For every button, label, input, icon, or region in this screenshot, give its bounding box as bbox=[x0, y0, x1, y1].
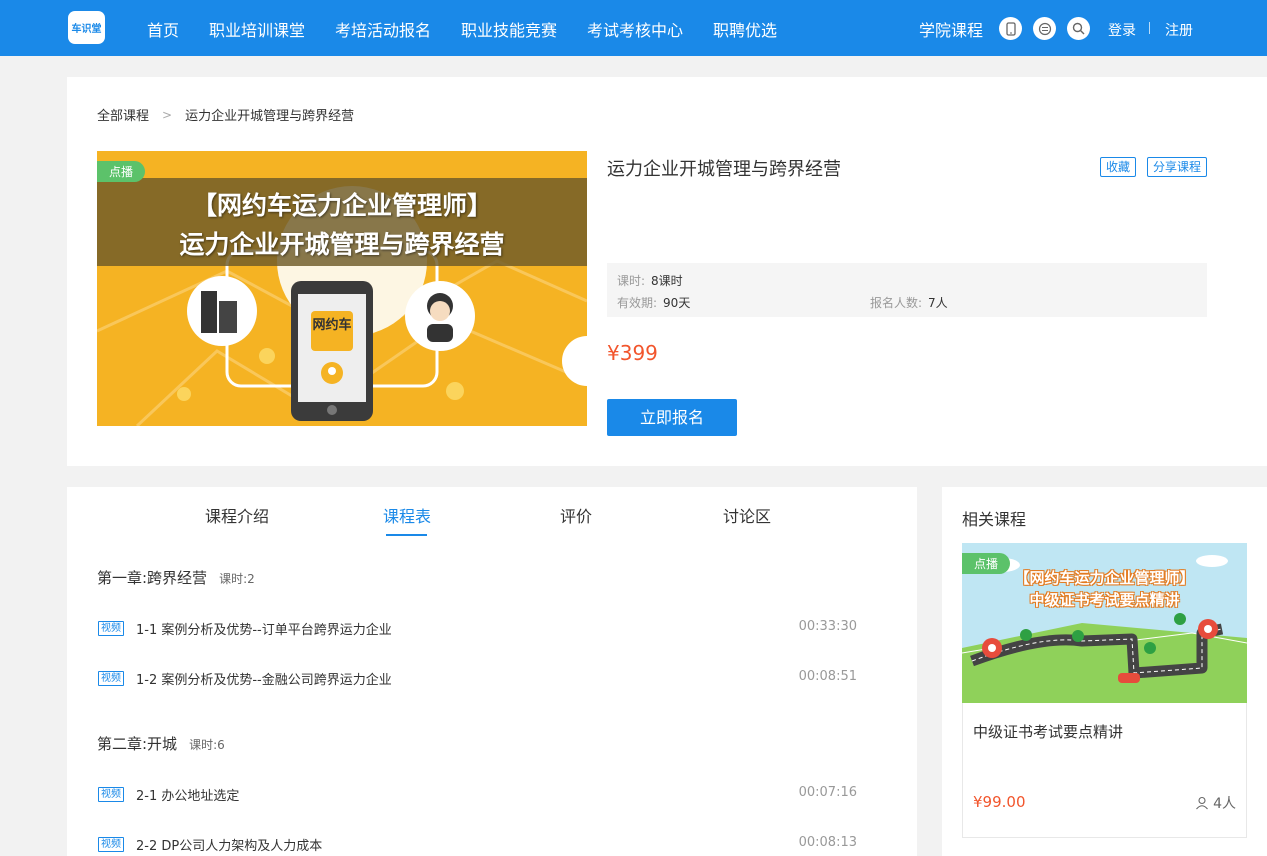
nav-training[interactable]: 职业培训课堂 bbox=[209, 17, 305, 41]
lesson-duration: 00:33:30 bbox=[798, 619, 857, 634]
lesson-duration: 00:08:51 bbox=[798, 669, 857, 684]
video-tag: 视频 bbox=[98, 671, 124, 686]
mobile-icon[interactable] bbox=[999, 17, 1022, 40]
breadcrumb: 全部课程 > 运力企业开城管理与跨界经营 bbox=[97, 105, 355, 125]
enrolled-value: 7人 bbox=[928, 296, 948, 310]
nav-exam-signup[interactable]: 考培活动报名 bbox=[335, 17, 431, 41]
nav-home[interactable]: 首页 bbox=[147, 17, 179, 41]
lesson-row[interactable]: 视频 1-1 案例分析及优势--订单平台跨界运力企业 00:33:30 bbox=[97, 619, 857, 639]
user-icon bbox=[1196, 796, 1208, 810]
related-title: 相关课程 bbox=[962, 510, 1027, 529]
logo-text: 车识堂 bbox=[71, 24, 102, 35]
enroll-button[interactable]: 立即报名 bbox=[607, 399, 737, 436]
hours-label: 课时: bbox=[617, 274, 646, 288]
course-title: 运力企业开城管理与跨界经营 bbox=[607, 159, 841, 180]
auth-divider bbox=[1149, 22, 1150, 34]
tab-reviews[interactable]: 评价 bbox=[560, 503, 592, 527]
enrolled-info: 报名人数: 7人 bbox=[870, 294, 948, 311]
breadcrumb-current: 运力企业开城管理与跨界经营 bbox=[185, 109, 355, 124]
validity-info: 有效期: 90天 bbox=[617, 294, 690, 311]
related-cover-line2: 中级证书考试要点精讲 bbox=[1029, 591, 1180, 609]
share-button[interactable]: 分享课程 bbox=[1147, 157, 1208, 177]
course-info-box: 课时: 8课时 有效期: 90天 报名人数: 7人 bbox=[607, 263, 1207, 317]
chapter-name: 第二章:开城 bbox=[97, 735, 178, 753]
nav-competition[interactable]: 职业技能竞赛 bbox=[461, 17, 557, 41]
related-course-card[interactable]: 点播 【网约车运力企业管理师】 中级证书考试要点精讲 中级证书考试要点精讲 ¥9… bbox=[962, 543, 1247, 838]
hours-value: 8课时 bbox=[651, 274, 683, 288]
vod-badge: 点播 bbox=[97, 161, 146, 182]
validity-value: 90天 bbox=[663, 296, 691, 310]
nav-academy[interactable]: 学院课程 bbox=[919, 17, 983, 41]
login-link[interactable]: 登录 bbox=[1108, 20, 1136, 40]
tab-schedule[interactable]: 课程表 bbox=[383, 503, 431, 527]
top-nav: 车识堂 首页 职业培训课堂 考培活动报名 职业技能竞赛 考试考核中心 职聘优选 … bbox=[0, 0, 1267, 56]
related-count-value: 4人 bbox=[1213, 796, 1236, 812]
hours-info: 课时: 8课时 bbox=[617, 272, 683, 289]
lesson-row[interactable]: 视频 2-1 办公地址选定 00:07:16 bbox=[97, 785, 857, 805]
lesson-title: 2-1 办公地址选定 bbox=[136, 789, 240, 804]
mini-program-icon[interactable] bbox=[1033, 17, 1056, 40]
related-course-name[interactable]: 中级证书考试要点精讲 bbox=[973, 721, 1123, 742]
related-course-price: ¥99.00 bbox=[973, 793, 1026, 811]
cover-title-line1: 【网约车运力企业管理师】 bbox=[191, 191, 492, 220]
chapter-hours: 课时:6 bbox=[189, 738, 225, 752]
chapter-name: 第一章:跨界经营 bbox=[97, 569, 208, 587]
lesson-title: 2-2 DP公司人力架构及人力成本 bbox=[136, 839, 323, 854]
video-tag: 视频 bbox=[98, 621, 124, 636]
register-link[interactable]: 注册 bbox=[1165, 20, 1193, 40]
chapter-title: 第一章:跨界经营 课时:2 bbox=[97, 567, 255, 588]
course-overview: 全部课程 > 运力企业开城管理与跨界经营 网约车 点播 【网约车运力企业管理师】… bbox=[67, 77, 1267, 466]
vod-badge: 点播 bbox=[962, 553, 1011, 574]
chapter-title: 第二章:开城 课时:6 bbox=[97, 733, 225, 754]
tab-discussion[interactable]: 讨论区 bbox=[723, 503, 771, 527]
lesson-row[interactable]: 视频 2-2 DP公司人力架构及人力成本 00:08:13 bbox=[97, 835, 857, 855]
course-price: ¥399 bbox=[607, 341, 658, 365]
lesson-row[interactable]: 视频 1-2 案例分析及优势--金融公司跨界运力企业 00:08:51 bbox=[97, 669, 857, 689]
chapter-hours: 课时:2 bbox=[219, 572, 255, 586]
favorite-button[interactable]: 收藏 bbox=[1100, 157, 1137, 177]
course-cover-image: 网约车 点播 【网约车运力企业管理师】 运力企业开城管理与跨界经营 bbox=[97, 151, 587, 426]
site-logo[interactable]: 车识堂 bbox=[68, 11, 105, 44]
validity-label: 有效期: bbox=[617, 296, 658, 310]
lesson-duration: 00:08:13 bbox=[798, 835, 857, 850]
search-icon[interactable] bbox=[1067, 17, 1090, 40]
lesson-title: 1-2 案例分析及优势--金融公司跨界运力企业 bbox=[136, 673, 392, 688]
nav-jobs[interactable]: 职聘优选 bbox=[713, 17, 777, 41]
phone-label: 网约车 bbox=[312, 317, 351, 333]
related-enrolled-count: 4人 bbox=[1195, 793, 1236, 813]
chevron-right-icon: > bbox=[162, 107, 173, 122]
nav-exam-center[interactable]: 考试考核中心 bbox=[587, 17, 683, 41]
related-course-image: 点播 【网约车运力企业管理师】 中级证书考试要点精讲 bbox=[962, 543, 1247, 703]
video-tag: 视频 bbox=[98, 837, 124, 852]
lesson-duration: 00:07:16 bbox=[798, 785, 857, 800]
cover-title-line2: 运力企业开城管理与跨界经营 bbox=[179, 230, 505, 259]
tab-introduction[interactable]: 课程介绍 bbox=[205, 503, 269, 527]
active-tab-indicator bbox=[386, 534, 427, 536]
course-schedule-panel: 课程介绍 课程表 评价 讨论区 第一章:跨界经营 课时:2 视频 1-1 案例分析… bbox=[67, 487, 917, 856]
breadcrumb-root[interactable]: 全部课程 bbox=[97, 105, 149, 124]
related-courses-panel: 相关课程 点播 【网约车运力企业管理师】 中级证书考试要点精讲 中级证书考试要点… bbox=[942, 487, 1267, 856]
video-tag: 视频 bbox=[98, 787, 124, 802]
lesson-title: 1-1 案例分析及优势--订单平台跨界运力企业 bbox=[136, 623, 392, 638]
enrolled-label: 报名人数: bbox=[870, 296, 923, 310]
